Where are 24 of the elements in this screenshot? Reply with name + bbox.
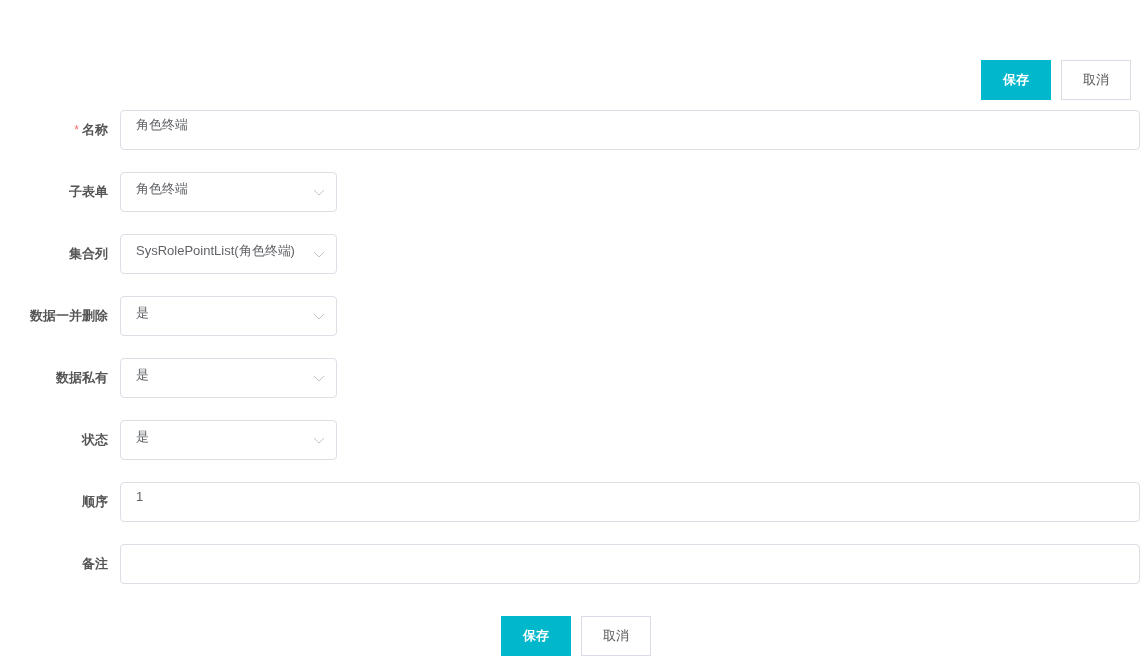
- required-asterisk: *: [74, 122, 79, 139]
- input-field[interactable]: [120, 544, 1140, 584]
- input-field[interactable]: 1: [120, 482, 1140, 522]
- field-label: 名称: [82, 121, 108, 140]
- chevron-down-icon: [313, 313, 325, 320]
- chevron-down-icon: [313, 437, 325, 444]
- chevron-down-icon: [313, 251, 325, 258]
- select-field[interactable]: 是: [120, 358, 337, 398]
- select-field[interactable]: 是: [120, 420, 337, 460]
- field-label: 集合列: [69, 245, 108, 264]
- field-label: 数据一并删除: [30, 307, 108, 326]
- select-field[interactable]: 角色终端: [120, 172, 337, 212]
- chevron-down-icon: [313, 189, 325, 196]
- chevron-down-icon: [313, 375, 325, 382]
- select-field[interactable]: SysRolePointList(角色终端): [120, 234, 337, 274]
- select-field[interactable]: 是: [120, 296, 337, 336]
- field-label: 子表单: [69, 183, 108, 202]
- field-label: 状态: [82, 431, 108, 450]
- field-label: 备注: [82, 555, 108, 574]
- input-field[interactable]: 角色终端: [120, 110, 1140, 150]
- field-label: 数据私有: [56, 369, 108, 388]
- cancel-button[interactable]: 取消: [581, 616, 651, 656]
- field-label: 顺序: [82, 493, 108, 512]
- cancel-button[interactable]: 取消: [1061, 60, 1131, 100]
